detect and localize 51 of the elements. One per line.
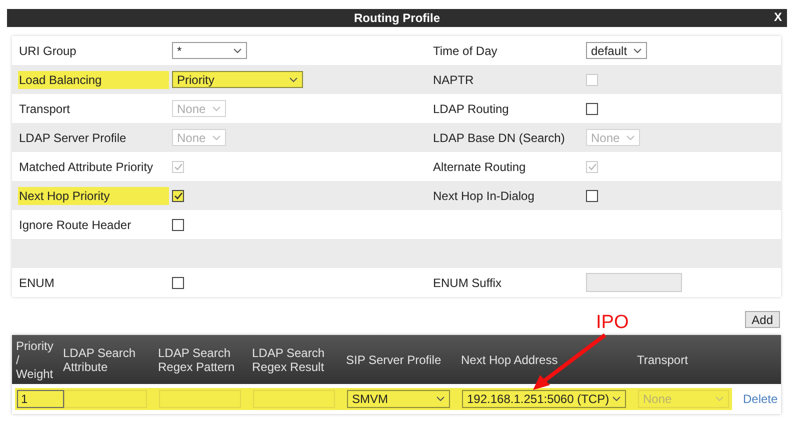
column-header: Priority / Weight <box>16 338 54 380</box>
chevron-down-icon <box>612 396 621 402</box>
chevron-down-icon <box>289 76 298 82</box>
column-header: LDAP Search Attribute <box>63 346 136 374</box>
column-header: LDAP Search Regex Result <box>252 346 326 374</box>
field-label: ENUM Suffix <box>432 274 502 292</box>
dropdown-select[interactable]: SMVM <box>347 390 450 408</box>
checkbox[interactable] <box>586 102 598 114</box>
column-header: LDAP Search Regex Pattern <box>158 346 236 374</box>
input-field[interactable]: 1 <box>17 390 64 408</box>
field-label: Transport <box>18 100 71 118</box>
close-button[interactable]: X <box>772 10 784 24</box>
field-label: URI Group <box>18 42 78 60</box>
chevron-down-icon <box>212 106 221 112</box>
chevron-down-icon <box>626 134 635 140</box>
dropdown-select[interactable]: * <box>172 42 247 59</box>
chevron-down-icon <box>715 396 724 402</box>
input-field[interactable] <box>64 390 147 408</box>
dropdown-select[interactable]: 192.168.1.251:5060 (TCP) <box>462 390 626 408</box>
field-label: Matched Attribute Priority <box>18 158 154 176</box>
field-label: Ignore Route Header <box>18 216 132 234</box>
field-label: LDAP Base DN (Search) <box>432 130 566 146</box>
checkbox[interactable] <box>172 218 184 230</box>
delete-link[interactable]: Delete <box>743 392 778 406</box>
column-header: Next Hop Address <box>461 352 559 366</box>
field-label: Time of Day <box>432 42 498 60</box>
chevron-down-icon <box>212 134 221 140</box>
checkbox[interactable] <box>172 190 184 202</box>
field-label: Next Hop Priority <box>18 186 169 204</box>
checkbox[interactable] <box>172 276 184 288</box>
column-header: Transport <box>637 352 689 366</box>
field-label: ENUM <box>18 274 56 292</box>
chevron-down-icon <box>436 396 445 402</box>
field-label: Next Hop In-Dialog <box>432 188 536 204</box>
dropdown-select[interactable]: default <box>586 42 648 59</box>
field-label: Load Balancing <box>18 70 169 88</box>
field-label: LDAP Routing <box>432 100 510 118</box>
checkmark-icon <box>174 192 182 200</box>
field-label: LDAP Server Profile <box>18 130 128 146</box>
field-label: Alternate Routing <box>432 158 527 176</box>
chevron-down-icon <box>233 48 242 54</box>
column-header: SIP Server Profile <box>346 352 442 366</box>
add-button[interactable]: Add <box>744 311 780 328</box>
dropdown-select[interactable]: Priority <box>172 71 303 88</box>
checkmark-icon <box>174 162 182 170</box>
window-title: Routing Profile <box>354 11 440 25</box>
checkbox[interactable] <box>586 190 598 202</box>
checkmark-icon <box>588 162 596 170</box>
field-label: NAPTR <box>432 72 475 88</box>
chevron-down-icon <box>633 48 642 54</box>
annotation-label: IPO <box>596 312 629 334</box>
